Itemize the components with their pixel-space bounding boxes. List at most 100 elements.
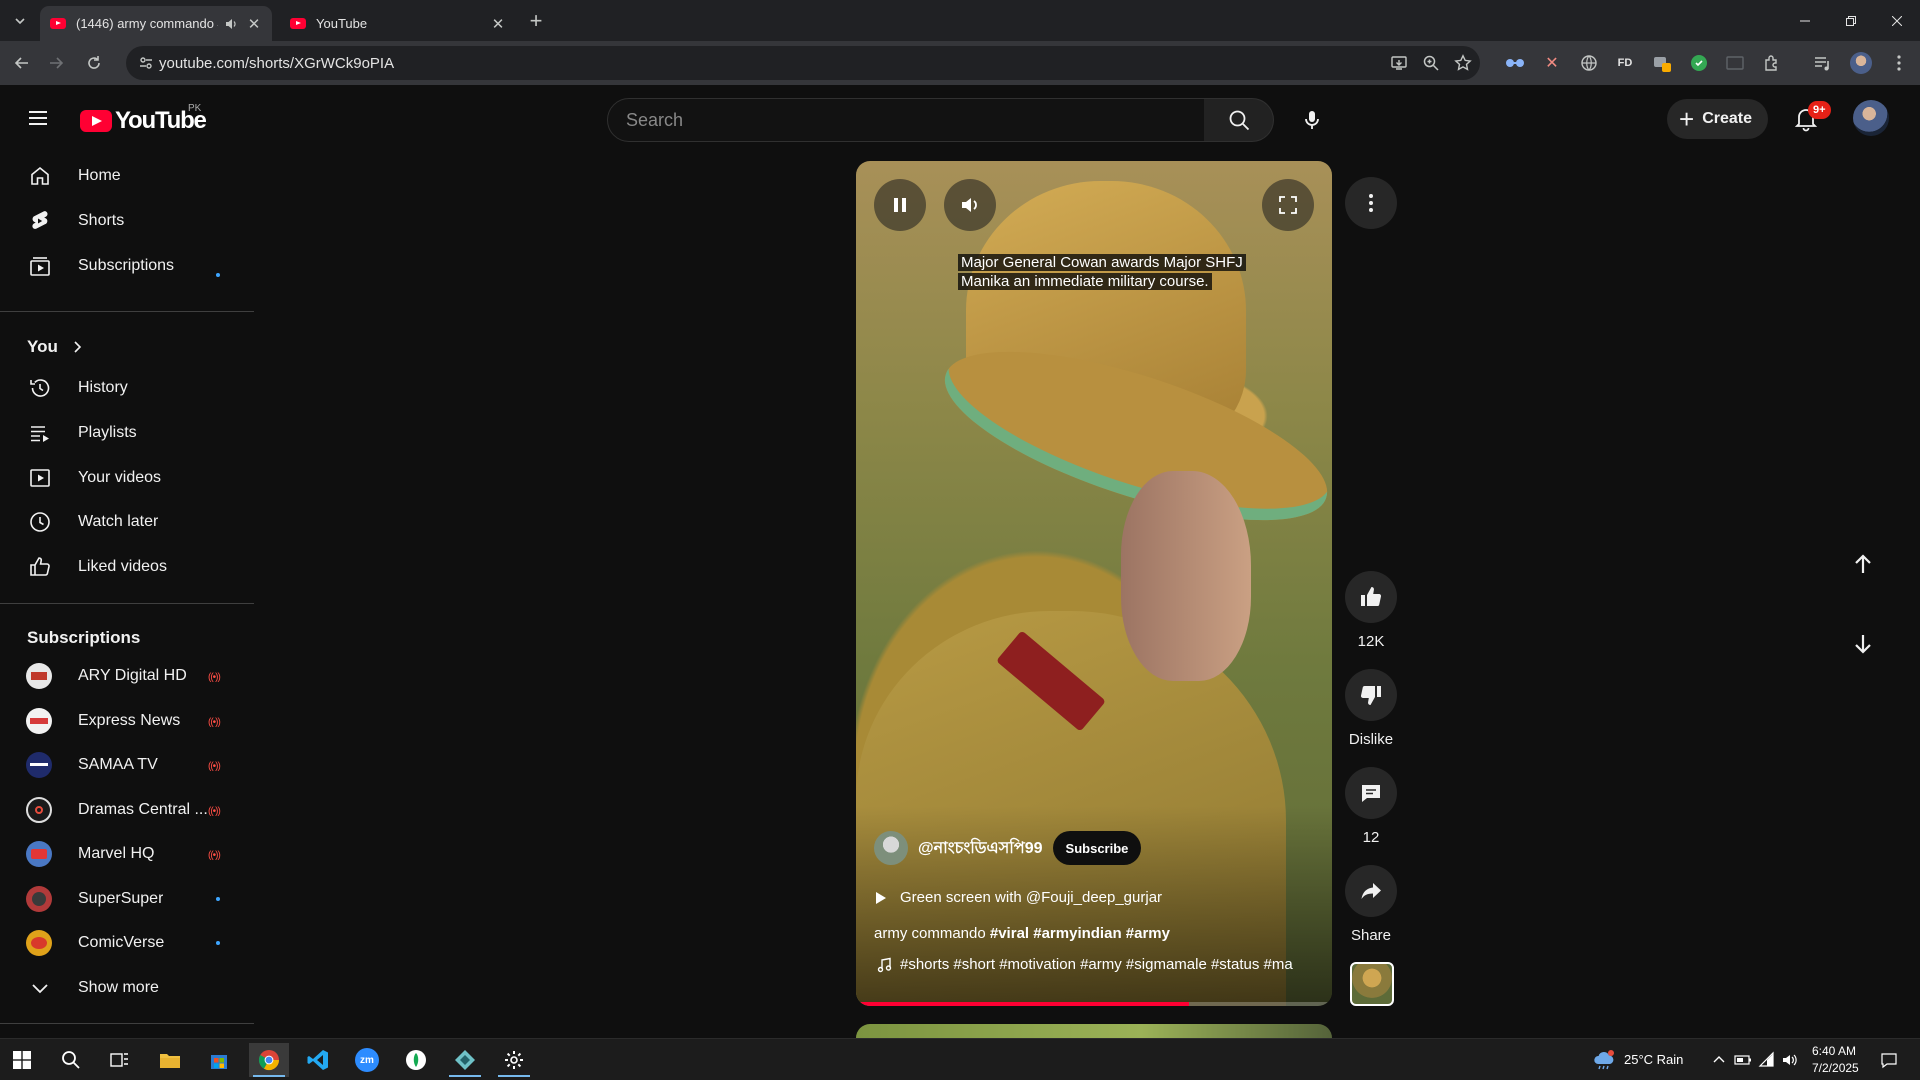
voice-search-button[interactable] (1292, 100, 1332, 140)
new-tab-button[interactable]: + (524, 8, 548, 33)
weather-text[interactable]: 25°C Rain (1624, 1052, 1683, 1067)
music-ticker[interactable]: #shorts #short #motivation #army #sigmam… (876, 956, 1316, 973)
search-icon (62, 1051, 80, 1069)
battery-icon[interactable] (1734, 1051, 1752, 1069)
create-button[interactable]: + Create (1667, 99, 1768, 139)
chevron-down-icon (32, 984, 48, 994)
sidebar-item-label: Watch later (78, 513, 159, 530)
windows-taskbar: zm 25°C Rain 6:40 AM 7/2/2025 (0, 1038, 1920, 1080)
settings-button[interactable] (494, 1043, 534, 1077)
sidebar-divider (0, 1023, 254, 1024)
close-tab-icon[interactable]: ✕ (490, 16, 506, 33)
restore-button[interactable] (1828, 0, 1874, 41)
zoom-icon[interactable] (1422, 54, 1440, 72)
start-button[interactable] (2, 1043, 42, 1077)
extension-x-icon[interactable]: ✕ (1541, 52, 1563, 74)
zoom-logo-icon: zm (355, 1048, 379, 1072)
sidebar-item-subscriptions[interactable]: Subscriptions (12, 245, 244, 287)
minimize-button[interactable] (1782, 0, 1828, 41)
shorts-video-player[interactable]: Major General Cowan awards Major SHFJ Ma… (856, 161, 1332, 1006)
chrome-taskbar-button[interactable] (249, 1043, 289, 1077)
more-actions-button[interactable] (1345, 177, 1397, 229)
volume-button[interactable] (944, 179, 996, 231)
install-app-icon[interactable] (1390, 54, 1408, 72)
tab-search-button[interactable] (8, 9, 32, 33)
file-explorer-button[interactable] (150, 1043, 190, 1077)
taskbar-search-button[interactable] (51, 1043, 91, 1077)
browser-menu-button[interactable] (1888, 52, 1910, 74)
subscribe-button[interactable]: Subscribe (1052, 831, 1142, 865)
guide-menu-button[interactable] (26, 106, 50, 130)
extension-badge-icon[interactable] (1651, 52, 1673, 74)
tune-icon (140, 57, 152, 69)
clock-date[interactable]: 7/2/2025 (1812, 1061, 1859, 1075)
vscode-button[interactable] (298, 1043, 338, 1077)
search-button[interactable] (1204, 98, 1274, 142)
video-progress-bar[interactable] (856, 1002, 1332, 1006)
page-scrollbar[interactable] (1908, 151, 1920, 1038)
address-bar[interactable]: youtube.com/shorts/XGrWCk9oPIA (126, 46, 1480, 80)
linked-video-link[interactable]: Green screen with @Fouji_deep_gurjar (876, 889, 1162, 906)
sidebar-item-label: Show more (78, 979, 159, 996)
sidebar-item-playlists[interactable]: Playlists (12, 412, 244, 454)
forward-button[interactable] (44, 51, 68, 75)
extension-fd-icon[interactable]: FD (1614, 52, 1636, 74)
clock-time[interactable]: 6:40 AM (1812, 1044, 1856, 1058)
youtube-logo[interactable]: YouTube PK (80, 103, 207, 135)
fullscreen-button[interactable] (1262, 179, 1314, 231)
comment-count: 12 (1362, 829, 1380, 846)
remix-sound-thumbnail[interactable] (1350, 962, 1394, 1006)
close-window-button[interactable] (1874, 0, 1920, 41)
previous-short-button[interactable] (1845, 546, 1881, 582)
store-button[interactable] (199, 1043, 239, 1077)
next-short-button[interactable] (1845, 626, 1881, 662)
sidebar-item-liked-videos[interactable]: Liked videos (12, 546, 244, 588)
comments-button[interactable] (1345, 767, 1397, 819)
site-info-button[interactable] (134, 51, 158, 75)
extension-glasses-icon[interactable] (1504, 52, 1526, 74)
short-title-hashtags[interactable]: #viral #armyindian #army (990, 925, 1170, 942)
chevron-up-icon[interactable] (1710, 1051, 1728, 1069)
media-control-button[interactable] (1812, 52, 1834, 74)
dislike-button[interactable] (1345, 669, 1397, 721)
extension-globe-icon[interactable] (1578, 52, 1600, 74)
sidebar-item-home[interactable]: Home (12, 155, 244, 197)
app-leaf-button[interactable] (396, 1043, 436, 1077)
account-avatar[interactable] (1853, 100, 1889, 136)
app-diamond-button[interactable] (445, 1043, 485, 1077)
sidebar-show-more[interactable]: Show more (12, 967, 244, 1009)
notification-center-icon[interactable] (1880, 1051, 1898, 1069)
thumbs-up-icon (30, 557, 50, 576)
sidebar-divider (0, 311, 254, 312)
extension-cast-icon[interactable] (1724, 52, 1746, 74)
like-button[interactable] (1345, 571, 1397, 623)
search-input[interactable]: Search (607, 98, 1205, 142)
pause-button[interactable] (874, 179, 926, 231)
profile-avatar-button[interactable] (1850, 52, 1872, 74)
zoom-app-button[interactable]: zm (347, 1043, 387, 1077)
sidebar-item-label: Marvel HQ (78, 845, 155, 862)
channel-handle[interactable]: @নাংচংডিএসপি99 (918, 835, 1043, 862)
sidebar-item-watch-later[interactable]: Watch later (12, 501, 244, 543)
sidebar-channel-supersuper[interactable]: SuperSuper (12, 878, 244, 920)
sidebar-item-history[interactable]: History (12, 367, 244, 409)
sidebar-item-label: ARY Digital HD (78, 667, 187, 684)
wifi-icon[interactable] (1758, 1051, 1776, 1069)
sidebar-channel-comicverse[interactable]: ComicVerse (12, 922, 244, 964)
extension-green-icon[interactable] (1688, 52, 1710, 74)
reload-button[interactable] (82, 51, 106, 75)
browser-tab-youtube[interactable]: YouTube ✕ (280, 6, 516, 41)
channel-avatar[interactable] (874, 831, 908, 865)
volume-icon[interactable] (1781, 1051, 1799, 1069)
browser-tab-army-commando[interactable]: (1446) army commando #vi ✕ (40, 6, 272, 41)
bookmark-star-icon[interactable] (1454, 54, 1472, 72)
close-tab-icon[interactable]: ✕ (246, 16, 262, 33)
sidebar-item-shorts[interactable]: Shorts (12, 200, 244, 242)
sidebar-item-your-videos[interactable]: Your videos (12, 457, 244, 499)
share-button[interactable] (1345, 865, 1397, 917)
sidebar-you-heading[interactable]: You (27, 337, 84, 357)
sidebar-item-label: Shorts (78, 212, 125, 229)
extensions-menu-button[interactable] (1761, 52, 1783, 74)
task-view-button[interactable] (100, 1043, 140, 1077)
back-button[interactable] (10, 51, 34, 75)
